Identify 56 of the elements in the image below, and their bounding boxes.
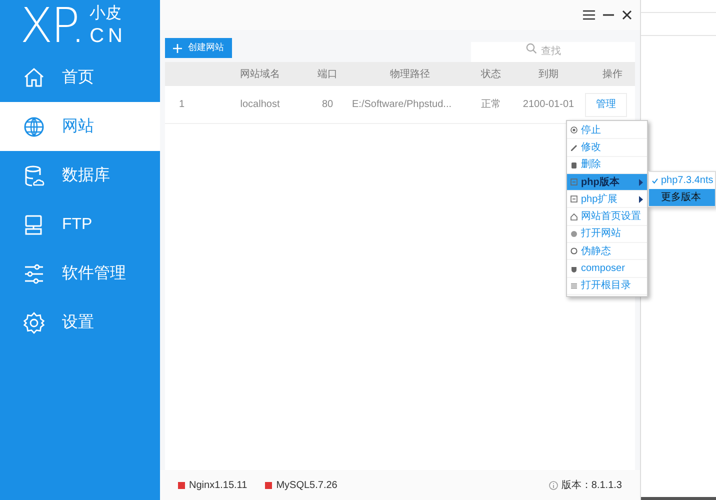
submenu-item[interactable]: 更多版本 (649, 189, 715, 206)
sidebar-item[interactable]: 网站 (0, 102, 160, 151)
sliders-icon (22, 262, 46, 286)
sidebar-item[interactable]: 设置 (0, 298, 160, 347)
home-icon (22, 66, 46, 90)
info-icon (549, 480, 558, 490)
column-header: 状态 (480, 68, 502, 82)
logo-text: XP. (20, 2, 84, 50)
table-cell-text: localhost (239, 98, 281, 112)
service-label: MySQL5.7.26 (276, 478, 338, 492)
version-text: 版本：8.1.1.3 (561, 478, 622, 492)
menu-item[interactable]: 伪静态 (567, 243, 647, 260)
manage-button[interactable]: 管理 (585, 92, 627, 116)
menu-item-icon (570, 160, 578, 169)
menu-item[interactable]: php版本 (567, 174, 647, 192)
sidebar-item[interactable]: FTP (0, 200, 160, 249)
table-cell-text: 1 (178, 98, 186, 112)
submenu-arrow-icon (639, 196, 643, 203)
menu-item[interactable]: 网站首页设置 (567, 208, 647, 226)
menu-item-icon (570, 178, 578, 186)
menu-item[interactable]: 停止 (567, 122, 647, 140)
table-cell-text: E:/Software/Phpstud... (351, 98, 452, 112)
menu-icon[interactable] (583, 10, 595, 20)
create-website-button[interactable]: 创建网站 (165, 38, 232, 58)
menu-item-icon (570, 247, 578, 256)
menu-item-icon (570, 264, 578, 273)
menu-item[interactable]: php扩展 (567, 191, 647, 208)
settings-icon (22, 310, 46, 334)
plus-icon (173, 44, 182, 52)
check-icon (652, 178, 658, 184)
sidebar-item[interactable]: 数据库 (0, 151, 160, 200)
menu-item-icon (570, 282, 578, 290)
sidebar-item[interactable]: 软件管理 (0, 249, 160, 298)
menu-item[interactable]: 打开根目录 (567, 278, 647, 295)
column-header: 网站域名 (239, 68, 281, 82)
minimize-icon[interactable] (603, 14, 614, 16)
menu-item[interactable]: 打开网站 (567, 226, 647, 244)
column-header: 到期 (538, 68, 560, 82)
table-cell-text: 2100-01-01 (522, 98, 576, 112)
service-label: Nginx1.15.11 (189, 478, 248, 492)
close-icon[interactable] (622, 10, 632, 20)
logo-suffix: CN (90, 26, 126, 46)
logo-subtitle: 小皮 (90, 6, 123, 22)
column-header: 端口 (316, 68, 338, 82)
column-header: 物理路径 (389, 68, 431, 82)
menu-item[interactable]: composer (567, 260, 647, 278)
table-cell-text: 80 (320, 98, 334, 112)
globe-icon (22, 114, 46, 138)
menu-item-icon (570, 195, 578, 204)
table-cell-text: 正常 (480, 98, 502, 112)
submenu-item[interactable]: php7.3.4nts (649, 172, 715, 189)
sidebar-item[interactable]: 首页 (0, 53, 160, 102)
column-header: 操作 (602, 68, 624, 82)
search-field[interactable]: 查找 (471, 42, 635, 62)
menu-item[interactable]: 修改 (567, 139, 647, 157)
submenu-arrow-icon (639, 178, 643, 186)
